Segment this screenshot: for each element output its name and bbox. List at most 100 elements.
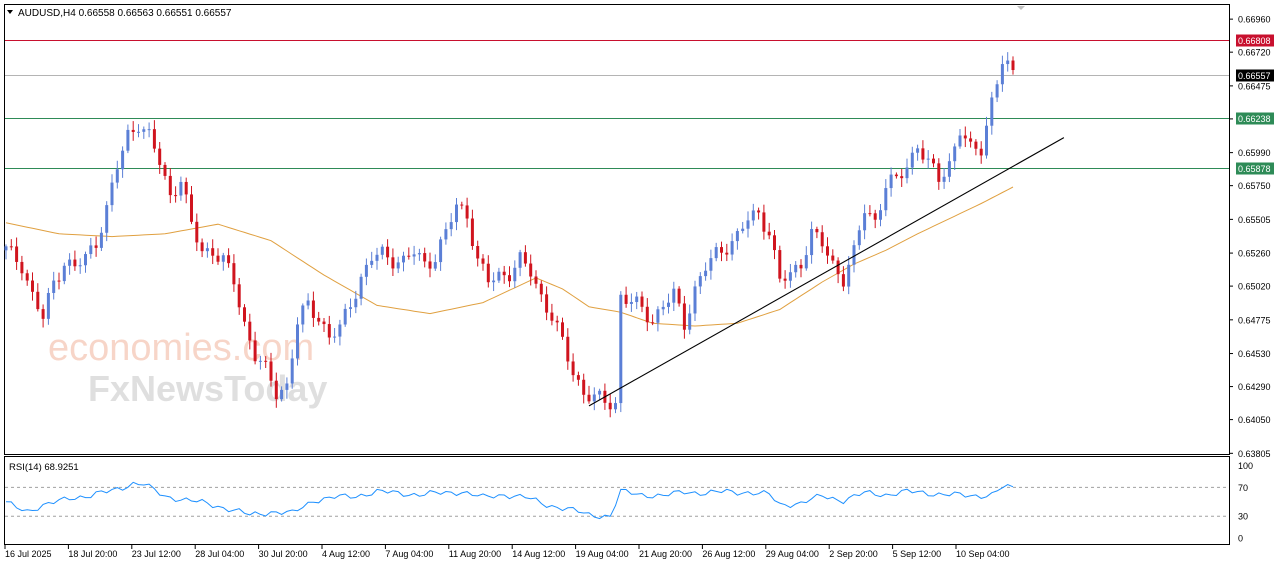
candle-body: [921, 148, 925, 160]
candle-body: [68, 259, 72, 266]
candle-body: [873, 213, 877, 220]
candle-body: [243, 307, 246, 322]
candle-body: [799, 264, 803, 269]
candle-body: [900, 176, 904, 179]
candle-body: [94, 245, 98, 248]
candle-body: [963, 135, 967, 139]
candle-body: [285, 383, 289, 390]
candle-body: [322, 321, 326, 325]
candle-body: [502, 271, 506, 276]
candle-body: [200, 242, 204, 252]
candle-body: [110, 182, 114, 206]
candle-body: [147, 129, 151, 131]
level-price-label: 0.66557: [1238, 71, 1271, 81]
candle-body: [688, 313, 692, 330]
candle-body: [958, 135, 962, 147]
price-tick-label: 0.65260: [1238, 249, 1271, 259]
candle-body: [89, 245, 93, 255]
candle-body: [947, 161, 951, 177]
candle-body: [656, 309, 660, 323]
candle-body: [20, 261, 24, 274]
candle-body: [465, 205, 469, 219]
candle-body: [969, 138, 973, 142]
candle-body: [534, 276, 538, 284]
price-tick-label: 0.65020: [1238, 282, 1271, 292]
price-tick-label: 0.64530: [1238, 349, 1271, 359]
rsi-axis: 100 70 30 0: [1238, 461, 1253, 543]
time-tick-label: 30 Jul 20:00: [259, 549, 308, 559]
candle-body: [248, 321, 252, 341]
candle-body: [439, 239, 443, 263]
candle-body: [598, 390, 602, 395]
candle-body: [349, 307, 352, 309]
time-tick-label: 18 Jul 20:00: [68, 549, 117, 559]
rsi-label: RSI(14) 68.9251: [9, 462, 79, 473]
candle-body: [555, 320, 559, 323]
candle-body: [1006, 60, 1010, 65]
candle-body: [306, 300, 310, 306]
candle-body: [932, 158, 935, 164]
candle-body: [9, 246, 13, 248]
time-tick-label: 10 Sep 04:00: [956, 549, 1010, 559]
time-tick-label: 7 Aug 04:00: [385, 549, 433, 559]
candle-body: [142, 129, 146, 132]
candle-body: [380, 246, 384, 255]
candle-body: [550, 312, 554, 321]
candle-body: [205, 248, 209, 252]
candle-body: [57, 280, 61, 282]
candle-body: [995, 84, 999, 98]
time-tick-label: 26 Aug 12:00: [702, 549, 755, 559]
price-tick-label: 0.63805: [1238, 449, 1271, 459]
time-tick-label: 23 Jul 12:00: [132, 549, 181, 559]
candle-body: [174, 195, 178, 197]
candle-body: [364, 264, 368, 277]
candle-body: [84, 254, 87, 266]
candle-body: [884, 188, 888, 211]
candle-body: [730, 241, 734, 255]
candle-body: [889, 174, 893, 189]
candle-body: [4, 246, 8, 251]
level-price-label: 0.66808: [1238, 36, 1271, 46]
candle-body: [99, 232, 103, 248]
candle-body: [651, 322, 655, 324]
symbol-header: AUDUSD,H4 0.66558 0.66563 0.66551 0.6655…: [18, 8, 232, 19]
candle-body: [253, 340, 257, 362]
candle-body: [338, 324, 342, 337]
time-tick-label: 11 Aug 20:00: [449, 549, 501, 559]
candle-body: [783, 278, 787, 281]
rsi-tick-label: 100: [1238, 461, 1253, 471]
candle-body: [868, 213, 872, 215]
candle-body: [561, 322, 564, 337]
candle-body: [974, 141, 978, 149]
candle-body: [757, 210, 761, 213]
candle-body: [576, 375, 580, 380]
candle-body: [15, 246, 19, 262]
candle-body: [417, 253, 421, 255]
candle-body: [529, 263, 533, 277]
candle-body: [879, 210, 882, 220]
candle-body: [396, 262, 400, 269]
candle-body: [354, 298, 358, 308]
candle-body: [41, 309, 45, 319]
candle-body: [258, 360, 262, 362]
candle-body: [428, 261, 432, 269]
candle-body: [296, 324, 299, 359]
candle-body: [582, 379, 586, 395]
candle-body: [121, 150, 125, 170]
candle-body: [725, 252, 729, 255]
candle-body: [476, 246, 480, 259]
candle-body: [232, 263, 236, 285]
candle-body: [831, 255, 835, 261]
candle-body: [46, 292, 50, 319]
candle-body: [221, 255, 225, 262]
candle-body: [661, 306, 665, 310]
candle-body: [608, 402, 612, 410]
price-tick-label: 0.65505: [1238, 215, 1271, 225]
candle-body: [375, 254, 379, 261]
candle-body: [571, 361, 575, 376]
candle-body: [979, 148, 983, 156]
candle-body: [433, 262, 437, 269]
candle-body: [513, 267, 517, 282]
candle-body: [444, 229, 448, 240]
candle-body: [359, 276, 363, 299]
